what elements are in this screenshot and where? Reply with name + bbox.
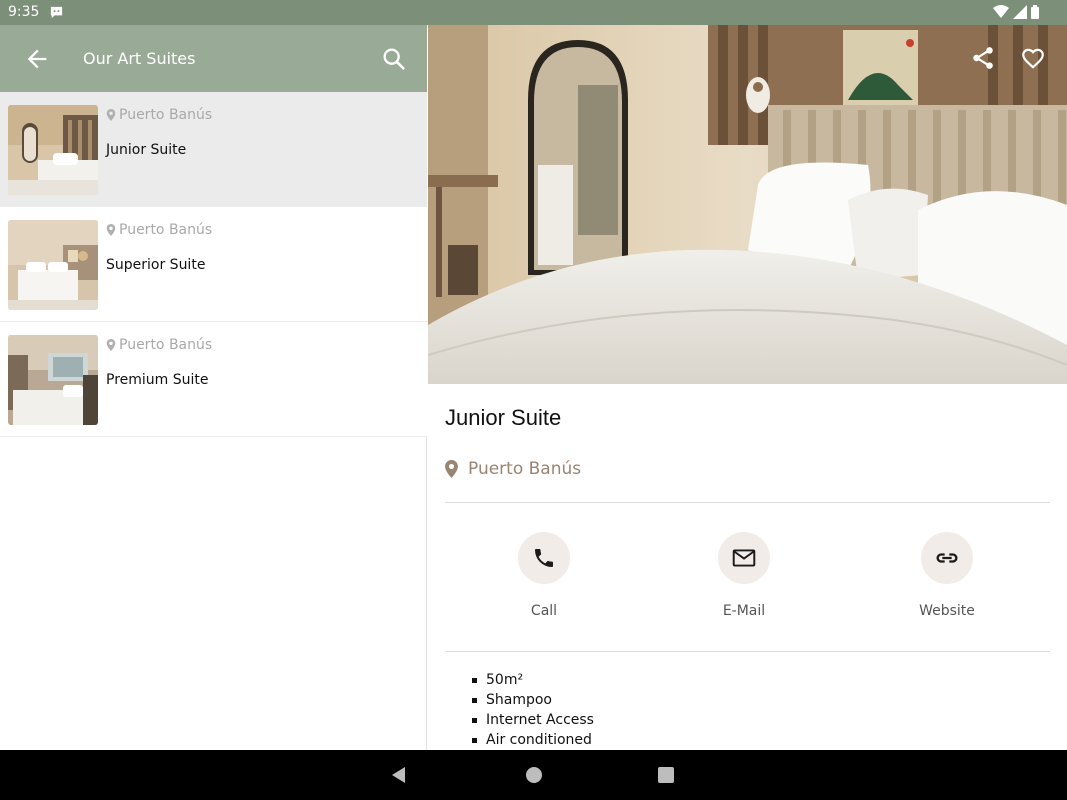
suite-hero-image <box>428 25 1067 384</box>
detail-location: Puerto Banús <box>445 459 581 479</box>
website-label: Website <box>919 603 975 619</box>
link-icon <box>936 553 958 563</box>
bullet <box>472 677 477 683</box>
suite-list-panel: Our Art Suites Puerto Banús Junior Suite… <box>0 25 427 750</box>
amenity-label: Air conditioned <box>486 732 592 748</box>
suite-thumbnail <box>8 105 98 195</box>
suite-name: Junior Suite <box>106 142 187 158</box>
list-item-junior-suite[interactable]: Puerto Banús Junior Suite <box>0 92 427 207</box>
share-icon[interactable] <box>970 45 996 71</box>
cellular-icon <box>1013 5 1027 19</box>
nav-recents-icon[interactable] <box>658 767 674 783</box>
call-button[interactable]: Call <box>489 532 599 619</box>
amenities-list: 50m² Shampoo Internet Access Air conditi… <box>472 670 594 750</box>
amenity-label: Shampoo <box>486 692 552 708</box>
suite-location: Puerto Banús <box>106 222 212 238</box>
call-icon-circle <box>518 532 570 584</box>
detail-location-label: Puerto Banús <box>468 459 582 479</box>
system-nav-bar <box>0 750 1067 800</box>
divider <box>445 651 1050 652</box>
app-title: Our Art Suites <box>83 49 196 68</box>
location-pin-icon <box>106 109 116 121</box>
bullet <box>472 697 477 703</box>
back-arrow-icon[interactable] <box>23 45 51 73</box>
chat-notification-icon <box>50 6 63 19</box>
suite-location: Puerto Banús <box>106 107 212 123</box>
email-button[interactable]: E-Mail <box>689 532 799 619</box>
status-icons <box>993 5 1039 19</box>
suite-detail-panel: Junior Suite Puerto Banús Call E-Mail We… <box>428 25 1067 750</box>
suite-location-label: Puerto Banús <box>119 337 213 353</box>
amenity-label: 50m² <box>486 672 524 688</box>
location-pin-icon <box>106 339 116 351</box>
heart-icon[interactable] <box>1020 45 1046 71</box>
list-item-superior-suite[interactable]: Puerto Banús Superior Suite <box>0 207 427 322</box>
battery-icon <box>1031 5 1039 19</box>
nav-home-icon[interactable] <box>525 766 543 784</box>
location-pin-icon <box>445 460 458 478</box>
divider <box>445 502 1050 503</box>
status-bar: 9:35 <box>0 0 1067 25</box>
location-pin-icon <box>106 224 116 236</box>
website-icon-circle <box>921 532 973 584</box>
email-icon-circle <box>718 532 770 584</box>
bullet <box>472 737 477 743</box>
website-button[interactable]: Website <box>892 532 1002 619</box>
suite-location: Puerto Banús <box>106 337 212 353</box>
suite-thumbnail <box>8 335 98 425</box>
amenity-item: Internet Access <box>472 710 594 730</box>
suite-name: Superior Suite <box>106 257 206 273</box>
app-bar: Our Art Suites <box>0 25 427 92</box>
phone-icon <box>535 549 553 567</box>
wifi-icon <box>993 5 1009 18</box>
amenity-label: Internet Access <box>486 712 594 728</box>
status-time: 9:35 <box>8 4 40 20</box>
nav-back-icon[interactable] <box>390 766 408 784</box>
suite-location-label: Puerto Banús <box>119 222 213 238</box>
call-label: Call <box>530 603 558 619</box>
email-label: E-Mail <box>722 603 766 619</box>
search-icon[interactable] <box>380 45 408 73</box>
amenity-item: Air conditioned <box>472 730 594 750</box>
suite-name: Premium Suite <box>106 372 209 388</box>
amenity-item: Shampoo <box>472 690 594 710</box>
suite-location-label: Puerto Banús <box>119 107 213 123</box>
bullet <box>472 717 477 723</box>
mail-icon <box>732 549 756 567</box>
list-item-premium-suite[interactable]: Puerto Banús Premium Suite <box>0 322 427 437</box>
amenity-item: 50m² <box>472 670 594 690</box>
suite-list: Puerto Banús Junior Suite Puerto Banús S… <box>0 92 427 437</box>
detail-title: Junior Suite <box>445 405 562 430</box>
suite-thumbnail <box>8 220 98 310</box>
